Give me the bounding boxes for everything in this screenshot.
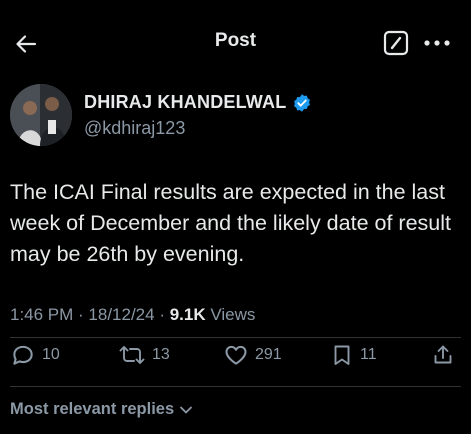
bookmark-count: 11	[360, 346, 377, 363]
like-button[interactable]: 291	[223, 342, 282, 368]
chevron-down-icon	[180, 406, 193, 413]
tweet-meta: 1:46 PM · 18/12/24 · 9.1K Views	[10, 305, 255, 325]
repost-button[interactable]: 13	[118, 342, 170, 368]
author-name[interactable]: DHIRAJ KHANDELWAL	[84, 92, 286, 113]
author-block: DHIRAJ KHANDELWAL @kdhiraj123	[10, 84, 450, 148]
action-bar: 10 13 291 11	[10, 342, 461, 372]
reply-icon	[13, 345, 33, 365]
tweet-time[interactable]: 1:46 PM	[10, 305, 73, 324]
bookmark-button[interactable]: 11	[330, 342, 377, 368]
compose-button[interactable]	[382, 29, 410, 57]
top-bar: Post	[0, 0, 471, 84]
repost-icon	[119, 346, 145, 364]
divider	[10, 386, 461, 387]
views-label: Views	[205, 305, 256, 324]
reply-button[interactable]: 10	[10, 342, 60, 368]
avatar[interactable]	[10, 84, 72, 146]
more-options-button[interactable]	[420, 29, 454, 57]
share-button[interactable]	[431, 342, 455, 368]
tweet-date[interactable]: 18/12/24	[88, 305, 154, 324]
bookmark-icon	[334, 345, 350, 365]
heart-icon	[225, 345, 247, 365]
more-horizontal-icon	[424, 40, 450, 46]
verified-badge-icon	[292, 93, 312, 113]
compose-icon	[383, 30, 409, 56]
reply-sort-dropdown[interactable]: Most relevant replies	[10, 400, 194, 419]
divider	[10, 337, 461, 338]
reply-count: 10	[42, 346, 60, 363]
author-handle[interactable]: @kdhiraj123	[84, 118, 185, 139]
avatar-photo	[10, 84, 72, 146]
share-icon	[434, 345, 452, 364]
page-title: Post	[214, 30, 257, 51]
repost-count: 13	[152, 346, 170, 363]
tweet-text: The ICAI Final results are expected in t…	[10, 180, 451, 266]
meta-separator: ·	[154, 305, 170, 324]
arrow-left-icon	[16, 35, 37, 53]
views-count: 9.1K	[169, 305, 206, 324]
reply-sort-label: Most relevant replies	[10, 400, 175, 418]
like-count: 291	[255, 346, 282, 363]
meta-separator: ·	[73, 305, 89, 324]
back-button[interactable]	[12, 30, 40, 58]
